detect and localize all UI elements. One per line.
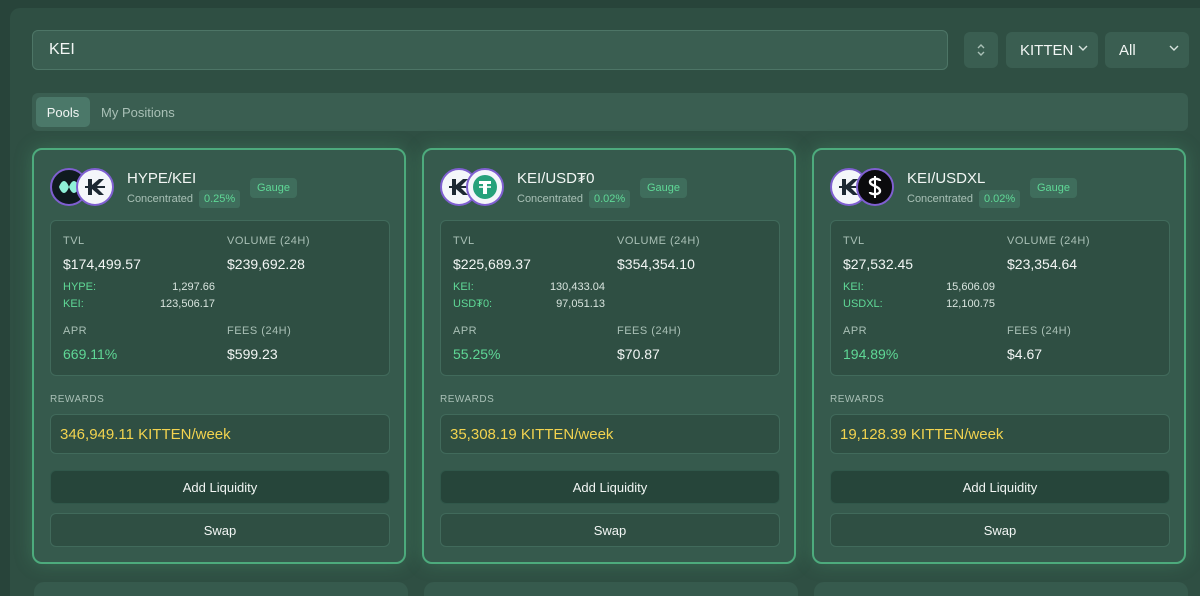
- pool-card: HYPE/KEI Concentrated 0.25% Gauge TVL $1…: [32, 148, 406, 564]
- token1-label: HYPE:: [63, 281, 97, 293]
- pool-type: Concentrated: [127, 193, 194, 205]
- pool-card: KEI/USDXL Concentrated 0.02% Gauge TVL $…: [812, 148, 1186, 564]
- pool-logos: [440, 168, 508, 206]
- usdt0-logo-icon: [466, 168, 504, 206]
- tvl-label: TVL: [843, 235, 865, 247]
- rewards-value: 35,308.19 KITTEN/week: [440, 414, 780, 454]
- token1-label: KEI:: [453, 281, 474, 293]
- gauge-badge: Gauge: [250, 178, 298, 198]
- pool-card-partial: [424, 582, 798, 596]
- fee-badge: 0.02%: [589, 190, 631, 208]
- pool-card-partial: [814, 582, 1188, 596]
- token2-label: USDXL:: [843, 298, 883, 310]
- token2-label: USD₮0:: [453, 298, 493, 310]
- volume-value: $239,692.28: [227, 256, 305, 272]
- pool-logos: [50, 168, 118, 206]
- tab-bar: Pools My Positions: [32, 93, 1188, 131]
- fees-value: $70.87: [617, 346, 660, 362]
- apr-label: APR: [63, 325, 88, 337]
- volume-label: VOLUME (24H): [617, 235, 701, 247]
- tab-pools[interactable]: Pools: [36, 97, 90, 127]
- tvl-label: TVL: [63, 235, 85, 247]
- swap-button[interactable]: Swap: [440, 513, 780, 547]
- token1-label: KEI:: [843, 281, 864, 293]
- search-input[interactable]: KEI: [32, 30, 948, 70]
- apr-value: 669.11%: [63, 346, 118, 362]
- pool-logos: [830, 168, 898, 206]
- volume-value: $354,354.10: [617, 256, 695, 272]
- token2-label: KEI:: [63, 298, 84, 310]
- token2-amount: 123,506.17: [159, 298, 215, 310]
- add-liquidity-button[interactable]: Add Liquidity: [440, 470, 780, 504]
- pool-type: Concentrated: [517, 193, 584, 205]
- rewards-label: REWARDS: [830, 394, 885, 405]
- apr-value: 194.89%: [843, 346, 899, 362]
- fees-label: FEES (24H): [1007, 325, 1072, 337]
- tvl-value: $174,499.57: [63, 256, 141, 272]
- pool-name: HYPE/KEI: [127, 170, 197, 187]
- pool-type: Concentrated: [907, 193, 974, 205]
- apr-value: 55.25%: [453, 346, 501, 362]
- sort-arrows-icon: [977, 44, 985, 56]
- pool-card: KEI/USD₮0 Concentrated 0.02% Gauge TVL $…: [422, 148, 796, 564]
- fees-value: $599.23: [227, 346, 278, 362]
- fee-badge: 0.25%: [199, 190, 241, 208]
- token1-amount: 15,606.09: [946, 281, 995, 293]
- tab-my-positions[interactable]: My Positions: [101, 97, 175, 127]
- pool-card-partial: [34, 582, 408, 596]
- fees-label: FEES (24H): [617, 325, 682, 337]
- volume-label: VOLUME (24H): [227, 235, 311, 247]
- token1-amount: 1,297.66: [172, 281, 215, 293]
- fee-badge: 0.02%: [979, 190, 1021, 208]
- tvl-value: $225,689.37: [453, 256, 531, 272]
- category-filter-value: All: [1119, 41, 1136, 59]
- rewards-label: REWARDS: [50, 394, 105, 405]
- volume-label: VOLUME (24H): [1007, 235, 1091, 247]
- token-filter-value: KITTEN: [1020, 41, 1074, 59]
- kei-logo-icon: [76, 168, 114, 206]
- swap-button[interactable]: Swap: [50, 513, 390, 547]
- tvl-label: TVL: [453, 235, 475, 247]
- add-liquidity-button[interactable]: Add Liquidity: [50, 470, 390, 504]
- token2-amount: 97,051.13: [556, 298, 605, 310]
- tvl-value: $27,532.45: [843, 256, 914, 272]
- swap-button[interactable]: Swap: [830, 513, 1170, 547]
- rewards-label: REWARDS: [440, 394, 495, 405]
- pool-stats: TVL $27,532.45 VOLUME (24H) $23,354.64 K…: [830, 220, 1170, 376]
- pool-name: KEI/USDXL: [907, 170, 986, 187]
- sort-button[interactable]: [964, 32, 998, 68]
- token2-amount: 12,100.75: [946, 298, 995, 310]
- pool-stats: TVL $225,689.37 VOLUME (24H) $354,354.10…: [440, 220, 780, 376]
- add-liquidity-button[interactable]: Add Liquidity: [830, 470, 1170, 504]
- gauge-badge: Gauge: [1030, 178, 1078, 198]
- chevron-down-icon: [1169, 45, 1179, 51]
- rewards-value: 19,128.39 KITTEN/week: [830, 414, 1170, 454]
- token-filter-select[interactable]: KITTEN: [1006, 32, 1098, 68]
- apr-label: APR: [843, 325, 868, 337]
- pool-stats: TVL $174,499.57 VOLUME (24H) $239,692.28…: [50, 220, 390, 376]
- volume-value: $23,354.64: [1007, 256, 1078, 272]
- fees-value: $4.67: [1007, 346, 1043, 362]
- chevron-down-icon: [1078, 45, 1088, 51]
- category-filter-select[interactable]: All: [1105, 32, 1189, 68]
- rewards-value: 346,949.11 KITTEN/week: [50, 414, 390, 454]
- usdxl-logo-icon: [856, 168, 894, 206]
- search-input-value: KEI: [49, 41, 75, 58]
- pool-name: KEI/USD₮0: [517, 170, 595, 187]
- gauge-badge: Gauge: [640, 178, 688, 198]
- fees-label: FEES (24H): [227, 325, 292, 337]
- token1-amount: 130,433.04: [549, 281, 605, 293]
- apr-label: APR: [453, 325, 478, 337]
